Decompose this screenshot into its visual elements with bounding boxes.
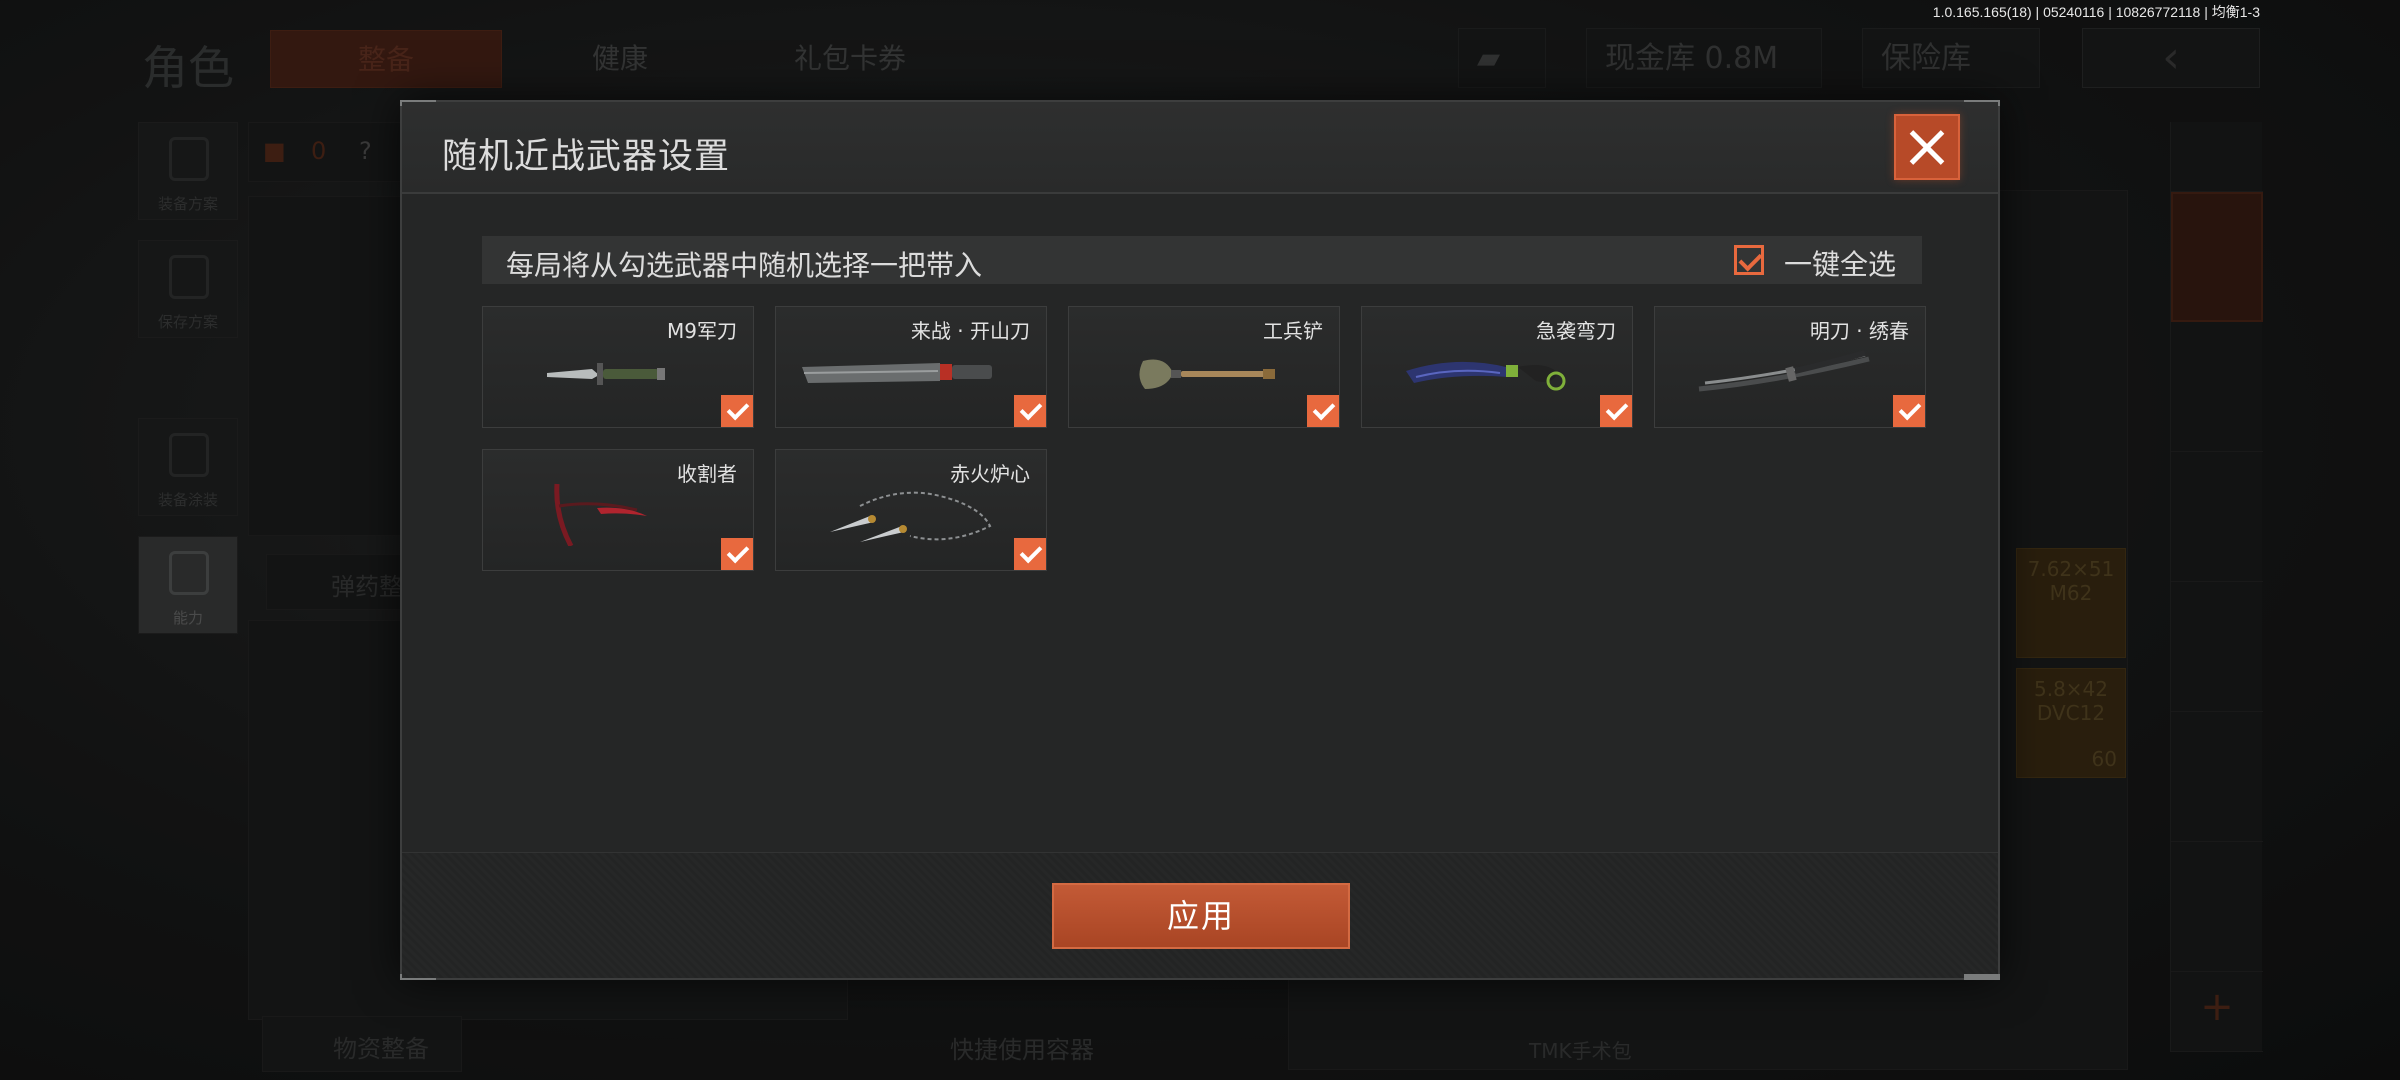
machete-icon: [802, 363, 992, 383]
chain-dart-icon: [830, 491, 992, 542]
weapon-checkbox[interactable]: [1014, 395, 1046, 427]
dialog-footer: 应用: [402, 852, 1998, 978]
info-text: 每局将从勾选武器中随机选择一把带入: [506, 249, 983, 282]
close-button[interactable]: [1894, 114, 1960, 180]
weapon-card-m9[interactable]: M9军刀: [482, 306, 754, 428]
weapon-card-blazing-core[interactable]: 赤火炉心: [775, 449, 1047, 571]
select-all-checkbox[interactable]: [1733, 245, 1764, 275]
info-bar: 每局将从勾选武器中随机选择一把带入 一键全选: [482, 236, 1922, 284]
scythe-icon: [554, 483, 647, 546]
weapon-card-reaper[interactable]: 收割者: [482, 449, 754, 571]
shovel-icon: [1139, 359, 1275, 389]
weapon-checkbox[interactable]: [1600, 395, 1632, 427]
weapon-card-katana[interactable]: 明刀 · 绣春: [1654, 306, 1926, 428]
apply-button[interactable]: 应用: [1052, 883, 1350, 949]
combat-knife-icon: [547, 363, 665, 385]
weapon-card-machete[interactable]: 来战 · 开山刀: [775, 306, 1047, 428]
weapon-checkbox[interactable]: [1307, 395, 1339, 427]
weapon-checkbox[interactable]: [721, 395, 753, 427]
random-melee-settings-dialog: 随机近战武器设置 每局将从勾选武器中随机选择一把带入 一键全选 M9军刀 来战 …: [400, 100, 2000, 980]
katana-icon: [1698, 350, 1870, 392]
weapon-card-karambit[interactable]: 急袭弯刀: [1361, 306, 1633, 428]
weapon-checkbox[interactable]: [721, 538, 753, 570]
dialog-header: 随机近战武器设置: [402, 102, 1998, 194]
weapon-checkbox[interactable]: [1014, 538, 1046, 570]
select-all-toggle[interactable]: 一键全选: [1733, 243, 1896, 281]
weapon-checkbox[interactable]: [1893, 395, 1925, 427]
select-all-label: 一键全选: [1783, 248, 1896, 281]
dialog-title: 随机近战武器设置: [442, 137, 731, 177]
version-info: 1.0.165.165(18) | 05240116 | 10826772118…: [1932, 4, 2260, 20]
karambit-icon: [1406, 361, 1566, 391]
weapon-card-shovel[interactable]: 工兵铲: [1068, 306, 1340, 428]
